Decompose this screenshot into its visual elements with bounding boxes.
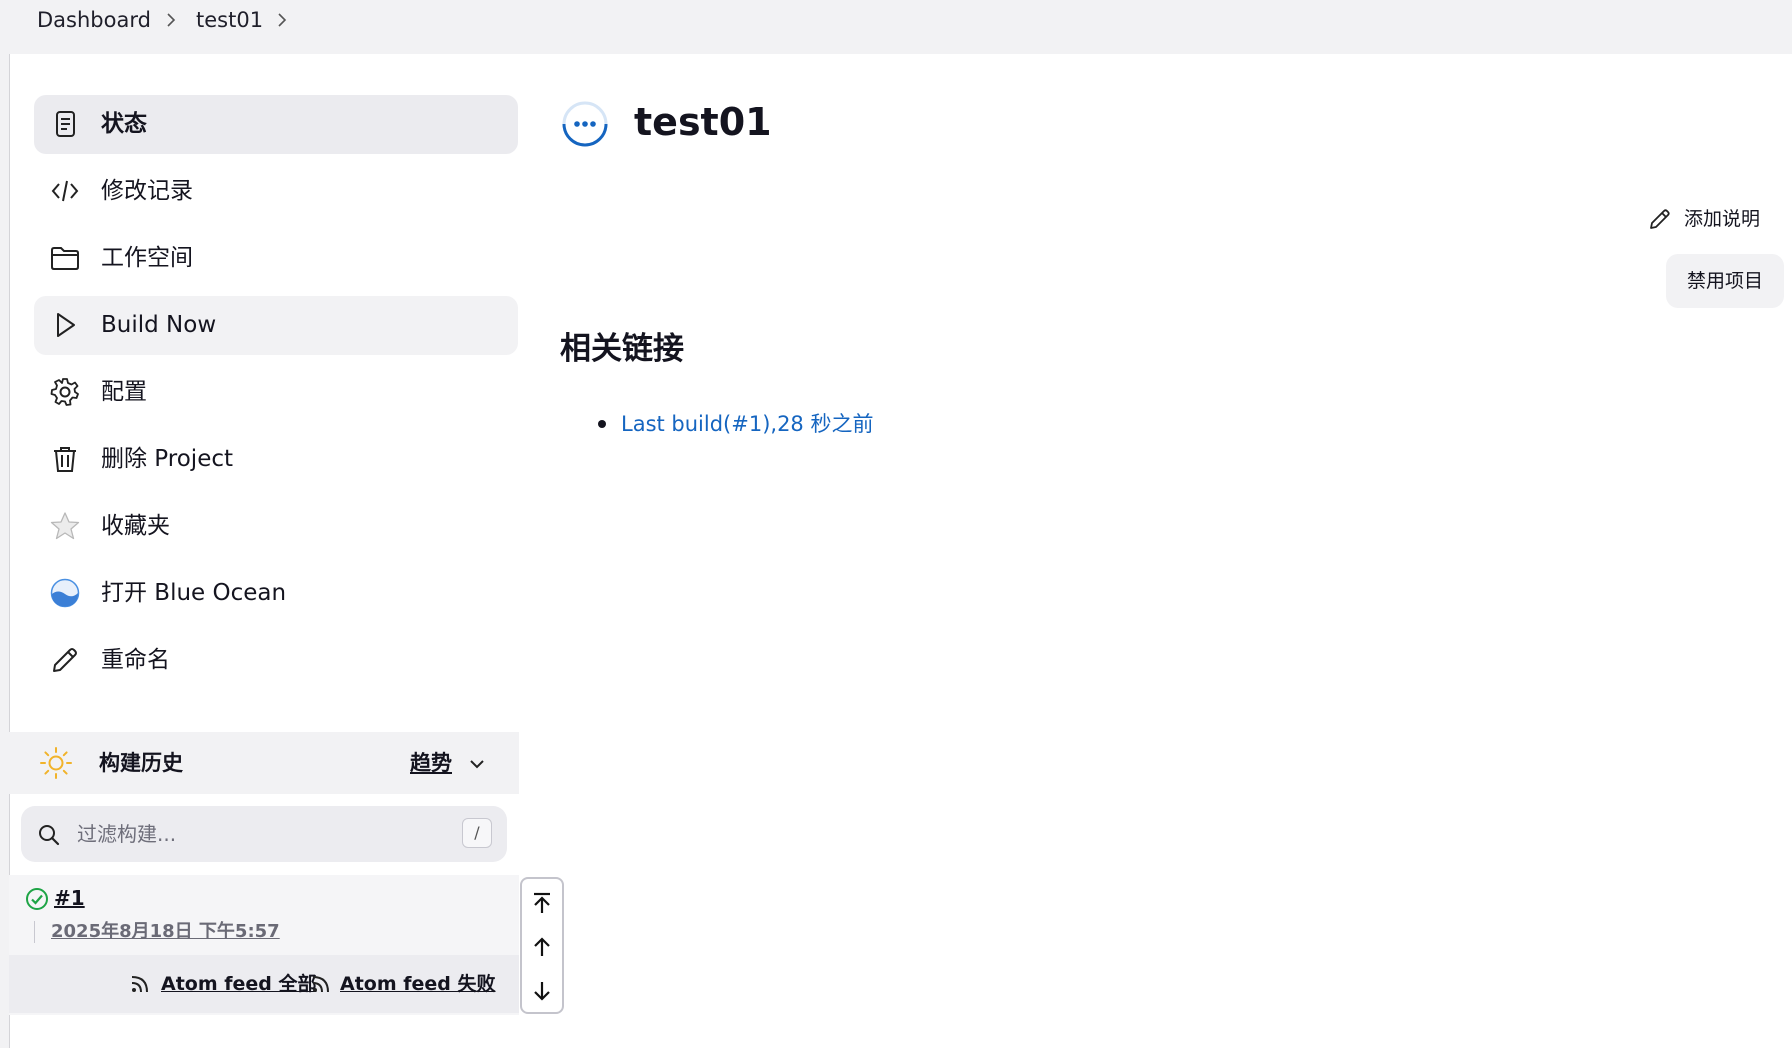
sidebar-item-label: Build Now: [101, 312, 217, 338]
scroll-up-button[interactable]: [522, 925, 562, 969]
sidebar-item-blue-ocean[interactable]: 打开 Blue Ocean: [34, 564, 518, 623]
folder-icon: [51, 247, 79, 270]
search-icon: [39, 825, 60, 846]
gear-icon: [50, 378, 79, 406]
arrow-down-icon: [534, 982, 550, 1001]
arrow-up-icon: [534, 937, 550, 956]
breadcrumb-dashboard[interactable]: Dashboard: [37, 0, 151, 40]
trend-link[interactable]: 趋势: [410, 732, 452, 794]
sidebar-item-changes[interactable]: 修改记录: [34, 162, 518, 221]
build-filter-placeholder: 过滤构建...: [77, 822, 177, 846]
chevron-down-icon[interactable]: [467, 754, 487, 774]
sidebar-item-label: 配置: [101, 379, 147, 405]
sidebar-item-workspace[interactable]: 工作空间: [34, 229, 518, 288]
rss-icon: [312, 976, 329, 993]
keyboard-shortcut-badge: /: [462, 818, 492, 848]
success-check-icon: [26, 888, 48, 910]
sidebar-item-label: 工作空间: [101, 245, 193, 271]
scroll-top-button[interactable]: [522, 881, 562, 925]
rss-icon: [131, 976, 148, 993]
related-links-heading: 相关链接: [560, 331, 684, 367]
atom-feed-fail-prefix: Atom feed: [340, 973, 458, 995]
scroll-down-button[interactable]: [522, 969, 562, 1013]
atom-feeds: Atom feed 全部 Atom feed 失败: [9, 955, 519, 1013]
atom-feed-all-link[interactable]: Atom feed 全部: [161, 955, 317, 1013]
add-description-label: 添加说明: [1684, 208, 1761, 230]
blue-ocean-icon: [50, 578, 80, 608]
chevron-right-icon[interactable]: [274, 12, 290, 28]
document-icon: [56, 111, 75, 137]
breadcrumb: Dashboard test01: [9, 0, 1792, 54]
code-icon: [51, 180, 79, 202]
disable-project-button[interactable]: 禁用项目: [1666, 254, 1784, 308]
sun-icon: [40, 747, 72, 779]
pencil-icon: [53, 648, 77, 672]
build-history-header: 构建历史 趋势: [9, 732, 519, 794]
build-date-link[interactable]: 2025年8月18日 下午5:57: [51, 917, 280, 947]
sidebar-item-label: 重命名: [101, 647, 170, 673]
in-progress-status-icon: [562, 101, 608, 147]
breadcrumb-test01[interactable]: test01: [196, 0, 263, 40]
arrow-to-top-icon: [534, 892, 550, 913]
sidebar-item-favorite[interactable]: 收藏夹: [34, 497, 518, 556]
build-timeline-line: [34, 921, 35, 943]
sidebar-item-rename[interactable]: 重命名: [34, 631, 518, 690]
build-filter[interactable]: 过滤构建... /: [21, 806, 507, 862]
sidebar-item-label: 状态: [101, 111, 147, 137]
build-number-link[interactable]: #1: [54, 883, 85, 913]
atom-feed-all-prefix: Atom feed: [161, 973, 279, 995]
pencil-icon: [1650, 209, 1670, 229]
atom-feed-failed-link[interactable]: Atom feed 失败: [340, 955, 496, 1013]
atom-feed-fail-suffix: 失败: [457, 973, 496, 995]
build-history-title: 构建历史: [99, 751, 183, 775]
sidebar-item-label: 收藏夹: [101, 513, 170, 539]
sidebar-item-status[interactable]: 状态: [34, 95, 518, 154]
list-bullet: [598, 420, 606, 428]
trash-icon: [54, 447, 76, 472]
chevron-right-icon[interactable]: [163, 12, 179, 28]
star-icon: [50, 512, 80, 540]
sidebar-item-build-now[interactable]: Build Now: [34, 296, 518, 355]
sidebar-item-label: 修改记录: [101, 178, 193, 204]
page-title: test01: [634, 100, 772, 144]
sidebar-item-label: 删除 Project: [101, 446, 234, 472]
last-build-link[interactable]: Last build(#1),28 秒之前: [621, 406, 873, 442]
play-icon: [57, 313, 75, 337]
sidebar-item-label: 打开 Blue Ocean: [101, 580, 287, 606]
scroll-controls: [520, 877, 564, 1014]
disable-project-label: 禁用项目: [1686, 270, 1763, 292]
sidebar-item-delete-project[interactable]: 删除 Project: [34, 430, 518, 489]
sidebar-item-configure[interactable]: 配置: [34, 363, 518, 422]
